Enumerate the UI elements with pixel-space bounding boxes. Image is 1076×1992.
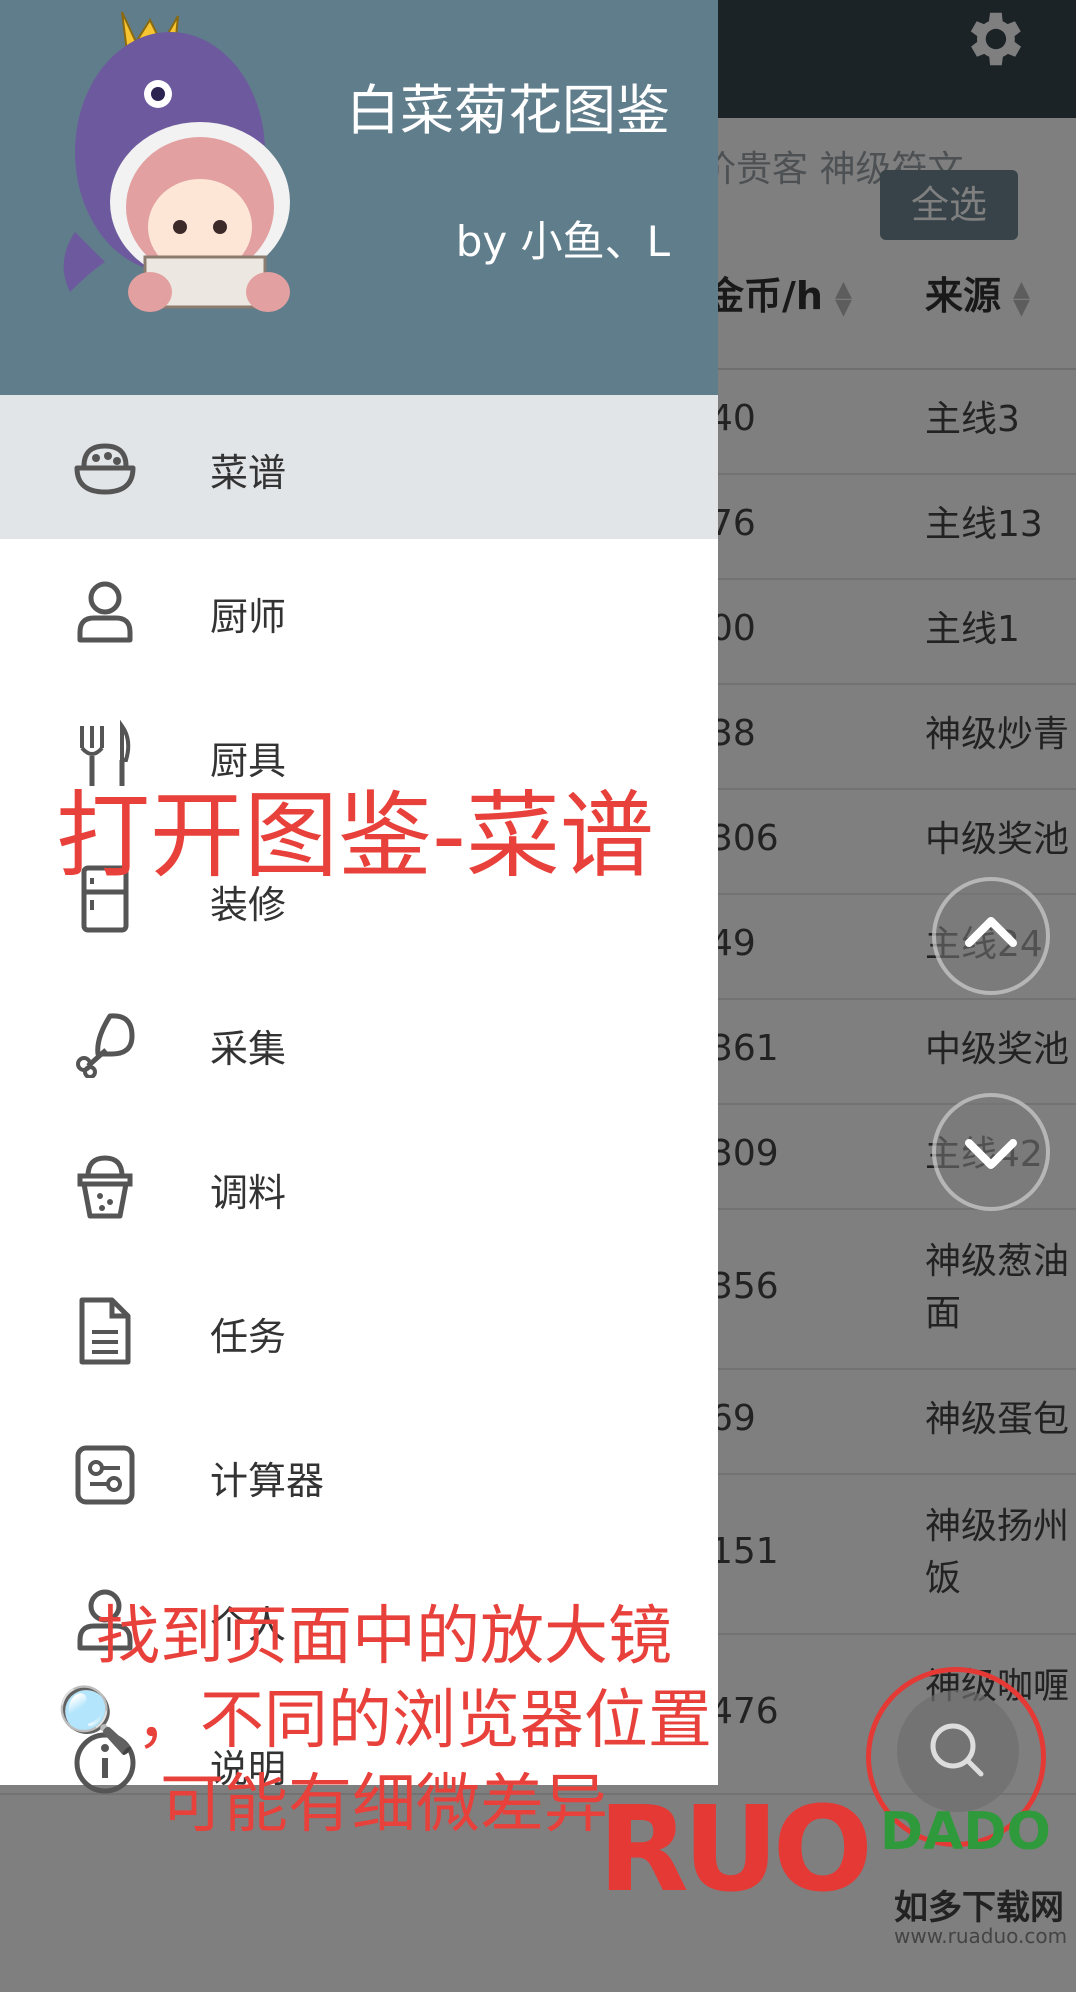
menu-label: 调料 <box>210 1171 287 1215</box>
menu-label: 厨师 <box>210 595 287 639</box>
watermark-badge: DADO <box>880 1802 1051 1862</box>
menu-label: 菜谱 <box>210 451 287 495</box>
calculator-icon <box>75 1445 135 1505</box>
menu-label: 采集 <box>210 1027 287 1071</box>
scroll-up-button[interactable] <box>932 877 1050 995</box>
menu-item-tasks[interactable]: 任务 <box>0 1259 718 1403</box>
app-title: 白菜菊花图鉴 <box>346 79 670 142</box>
menu-item-chefs[interactable]: 厨师 <box>0 539 718 683</box>
menu-label: 计算器 <box>210 1459 325 1503</box>
mascot-avatar <box>63 11 290 312</box>
menu-item-seasoning[interactable]: 调料 <box>0 1115 718 1259</box>
menu-item-gathering[interactable]: 采集 <box>0 971 718 1115</box>
watermark-url: www.ruaduo.com <box>894 1924 1068 1948</box>
person-icon <box>77 581 133 643</box>
menu-item-recipes[interactable]: 菜谱 <box>0 395 718 539</box>
watermark-site-name: 如多下载网 <box>894 1888 1064 1928</box>
document-icon <box>79 1297 131 1365</box>
chevron-down-icon <box>965 1139 1017 1169</box>
watermark-logo: RUO DADO 如多下载网 www.ruaduo.com <box>598 1780 1076 1992</box>
scroll-down-button[interactable] <box>932 1093 1050 1211</box>
chevron-up-icon <box>965 917 1017 947</box>
menu-label: 任务 <box>210 1315 287 1359</box>
tutorial-caption-open-recipes: 打开图鉴-菜谱 <box>56 782 654 891</box>
bowl-icon <box>74 443 136 495</box>
drumstick-icon <box>76 1013 135 1078</box>
app-author: by 小鱼、L <box>455 217 670 266</box>
watermark-letters: RUO <box>598 1780 873 1918</box>
drawer-header: 白菜菊花图鉴 by 小鱼、L <box>0 0 718 395</box>
menu-item-calculator[interactable]: 计算器 <box>0 1403 718 1547</box>
seasoning-cup-icon <box>77 1155 133 1219</box>
